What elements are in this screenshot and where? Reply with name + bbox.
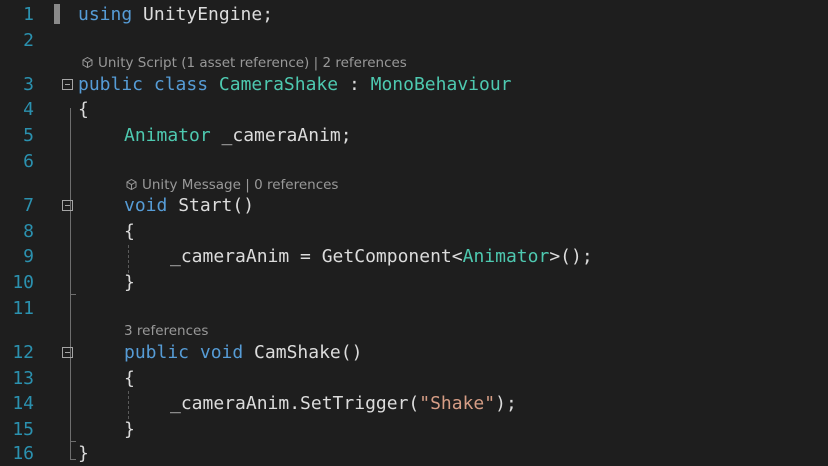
code-token: _cameraAnim = GetComponent<: [170, 246, 463, 267]
line-number: 5: [23, 125, 34, 146]
unity-cube-icon: [126, 179, 137, 190]
code-text: }: [124, 419, 135, 440]
code-line[interactable]: 3 public class CameraShake : MonoBehavio…: [0, 72, 828, 97]
code-text: void Start(): [124, 193, 254, 218]
code-text: {: [124, 221, 135, 242]
codelens-separator: |: [240, 177, 255, 193]
code-line[interactable]: 6: [0, 149, 828, 174]
code-text: }: [78, 443, 89, 464]
code-line[interactable]: 2: [0, 28, 828, 53]
code-line[interactable]: 13 {: [0, 366, 828, 391]
keyword: using: [78, 4, 133, 25]
code-token: );: [495, 393, 517, 414]
unity-cube-icon: [82, 57, 93, 68]
line-number: 16: [12, 443, 34, 464]
code-line[interactable]: 11: [0, 296, 828, 321]
codelens-class[interactable]: Unity Script (1 asset reference) | 2 ref…: [82, 54, 407, 72]
code-text: }: [124, 272, 135, 293]
line-number: 14: [12, 393, 34, 414]
codelens-separator: |: [309, 55, 323, 71]
type-name: CameraShake: [218, 74, 339, 95]
code-text: {: [78, 99, 89, 120]
line-number: 2: [23, 30, 34, 51]
code-token: CamShake(): [243, 342, 363, 363]
code-line[interactable]: 14 _cameraAnim.SetTrigger("Shake");: [0, 391, 828, 416]
line-number: 4: [23, 99, 34, 120]
keyword: void: [124, 195, 168, 216]
code-line[interactable]: 4 {: [0, 97, 828, 122]
code-line[interactable]: 15 }: [0, 417, 828, 442]
code-line[interactable]: 12 public void CamShake(): [0, 340, 828, 365]
code-line[interactable]: 10 }: [0, 270, 828, 295]
code-token: :: [338, 74, 371, 95]
codelens-references[interactable]: 2 references: [322, 55, 406, 71]
line-number: 10: [12, 272, 34, 293]
codelens-references[interactable]: 0 references: [254, 177, 338, 193]
code-token: _cameraAnim;: [210, 125, 352, 146]
line-number: 11: [12, 298, 34, 319]
codelens-unity-message[interactable]: Unity Message: [142, 177, 241, 193]
line-number: 1: [23, 4, 34, 25]
code-line[interactable]: 5 Animator _cameraAnim;: [0, 123, 828, 148]
code-text: Animator _cameraAnim;: [124, 123, 352, 148]
keyword: public void: [124, 342, 244, 363]
code-line[interactable]: 8 {: [0, 219, 828, 244]
code-text: {: [124, 368, 135, 389]
code-line[interactable]: 1 using UnityEngine;: [0, 2, 828, 27]
string-literal: "Shake": [419, 393, 496, 414]
type-name: Animator: [124, 125, 211, 146]
code-token: >();: [549, 246, 593, 267]
code-text: _cameraAnim = GetComponent<Animator>();: [170, 244, 593, 269]
line-number: 3: [23, 74, 34, 95]
code-text: public class CameraShake : MonoBehaviour: [78, 72, 512, 97]
type-name: MonoBehaviour: [370, 74, 512, 95]
code-text: using UnityEngine;: [78, 2, 273, 27]
code-line[interactable]: 7 void Start(): [0, 193, 828, 218]
line-number: 8: [23, 221, 34, 242]
line-number: 13: [12, 368, 34, 389]
codelens-unity-script[interactable]: Unity Script (1 asset reference): [98, 55, 309, 71]
codelens-references[interactable]: 3 references: [124, 323, 208, 339]
code-text: _cameraAnim.SetTrigger("Shake");: [170, 391, 517, 416]
line-number: 15: [12, 419, 34, 440]
line-number: 9: [23, 246, 34, 267]
codelens-start[interactable]: Unity Message | 0 references: [126, 176, 338, 194]
code-line[interactable]: 9 _cameraAnim = GetComponent<Animator>()…: [0, 244, 828, 269]
code-editor[interactable]: 1 using UnityEngine; 2 Unity Script (1 a…: [0, 0, 828, 466]
keyword: public: [78, 74, 144, 95]
codelens-camshake[interactable]: 3 references: [124, 322, 208, 340]
line-number: 12: [12, 342, 34, 363]
code-token: Start(): [167, 195, 255, 216]
line-number: 6: [23, 151, 34, 172]
type-name: Animator: [462, 246, 550, 267]
keyword: class: [143, 74, 219, 95]
code-text: public void CamShake(): [124, 340, 362, 365]
code-line[interactable]: 16 }: [0, 441, 828, 466]
code-token: _cameraAnim.SetTrigger(: [170, 393, 420, 414]
line-number: 7: [23, 195, 34, 216]
code-token: UnityEngine;: [132, 4, 274, 25]
